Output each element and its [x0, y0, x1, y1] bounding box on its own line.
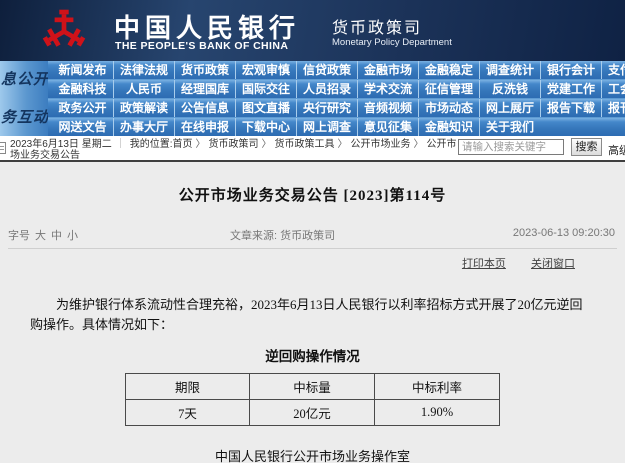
- nav-menu-item[interactable]: 党建工作: [540, 80, 601, 98]
- nav-menu-item[interactable]: 国际交往: [235, 80, 296, 98]
- nav-menu-item[interactable]: 市场动态: [418, 99, 479, 117]
- nav-row-3: 政务公开政策解读公告信息图文直播央行研究音频视频市场动态网上展厅报告下载报刊年鉴: [0, 99, 625, 118]
- nav-menu-item[interactable]: 网上展厅: [479, 99, 540, 117]
- table-row: 7天20亿元1.90%: [126, 400, 500, 426]
- nav-menu-item[interactable]: 支付体系: [601, 61, 625, 79]
- main-nav: 新闻发布法律法规货币政策宏观审慎信贷政策金融市场金融稳定调查统计银行会计支付体系…: [0, 61, 625, 136]
- breadcrumb: 2023年6月13日 星期二｜我的位置:首页〉货币政策司〉货币政策工具〉公开市场…: [10, 139, 462, 161]
- breadcrumb-separator-icon: 〉: [193, 139, 209, 150]
- nav-menu-item[interactable]: 学术交流: [357, 80, 418, 98]
- nav-menu-item[interactable]: 在线申报: [174, 118, 235, 136]
- nav-menu-item[interactable]: 货币政策: [174, 61, 235, 79]
- breadcrumb-location-label: 我的位置:: [130, 139, 173, 150]
- table-cell: 1.90%: [375, 400, 500, 426]
- page-action-links: 打印本页 关闭窗口: [0, 255, 625, 271]
- nav-menu-item[interactable]: 网上调查: [296, 118, 357, 136]
- nav-menu-item[interactable]: 央行研究: [296, 99, 357, 117]
- breadcrumb-item[interactable]: 货币政策司: [209, 139, 259, 150]
- article-source: 文章来源: 货币政策司: [230, 227, 335, 243]
- nav-menu-item[interactable]: 金融稳定: [418, 61, 479, 79]
- nav-menu-item[interactable]: 经理国库: [174, 80, 235, 98]
- nav-menu-item[interactable]: 图文直播: [235, 99, 296, 117]
- breadcrumb-separator-icon: 〉: [411, 139, 427, 150]
- search-button[interactable]: 搜索: [571, 138, 602, 156]
- breadcrumb-item[interactable]: 货币政策工具: [275, 139, 335, 150]
- repo-table: 期限中标量中标利率 7天20亿元1.90%: [125, 373, 500, 426]
- pboc-emblem-icon: [38, 5, 90, 55]
- article-meta: 字号大中小 文章来源: 货币政策司 2023-06-13 09:20:30: [0, 227, 625, 242]
- article-body: 为维护银行体系流动性合理充裕，2023年6月13日人民银行以利率招标方式开展了2…: [30, 295, 595, 335]
- nav-menu-item[interactable]: 政策解读: [113, 99, 174, 117]
- nav-row-4: 网送文告办事大厅在线申报下载中心网上调查意见征集金融知识关于我们: [0, 118, 625, 136]
- dept-name-en: Monetary Policy Department: [332, 37, 452, 48]
- nav-menu-item[interactable]: 政务公开: [52, 99, 113, 117]
- nav-menu-item[interactable]: 人民币: [113, 80, 174, 98]
- nav-menu-item[interactable]: 银行会计: [540, 61, 601, 79]
- nav-menu-item[interactable]: 报告下载: [540, 99, 601, 117]
- print-link[interactable]: 打印本页: [462, 258, 506, 270]
- meta-divider: [8, 248, 617, 249]
- table-header-cell: 中标利率: [375, 374, 500, 400]
- nav-menu-item[interactable]: 下载中心: [235, 118, 296, 136]
- breadcrumb-item[interactable]: 首页: [173, 139, 193, 150]
- nav-menu-item[interactable]: 法律法规: [113, 61, 174, 79]
- nav-menu-item[interactable]: 网送文告: [52, 118, 113, 136]
- nav-menu-item[interactable]: 金融市场: [357, 61, 418, 79]
- site-header: 中国人民银行 THE PEOPLE'S BANK OF CHINA 货币政策司 …: [0, 0, 625, 61]
- nav-menu-item[interactable]: 报刊年鉴: [601, 99, 625, 117]
- repo-table-body: 期限中标量中标利率 7天20亿元1.90%: [126, 374, 500, 426]
- font-size-label: 字号: [8, 230, 30, 242]
- font-size-options: 大中小: [30, 230, 78, 242]
- nav-row-2: 金融科技人民币经理国库国际交往人员招录学术交流征信管理反洗钱党建工作工会工作: [0, 80, 625, 99]
- nav-menu-item[interactable]: 金融科技: [52, 80, 113, 98]
- nav-menu-item[interactable]: 反洗钱: [479, 80, 540, 98]
- nav-menu-item[interactable]: 金融知识: [418, 118, 479, 136]
- nav-menu-item[interactable]: 新闻发布: [52, 61, 113, 79]
- nav-menu-item[interactable]: 工会工作: [601, 80, 625, 98]
- breadcrumb-separator-icon: 〉: [259, 139, 275, 150]
- article-content: 公开市场业务交易公告 [2023]第114号 字号大中小 文章来源: 货币政策司…: [0, 162, 625, 463]
- repo-table-head-row: 期限中标量中标利率: [126, 374, 500, 400]
- table-header-cell: 中标量: [250, 374, 375, 400]
- nav-menu-item[interactable]: 调查统计: [479, 61, 540, 79]
- nav-side-label-info[interactable]: 息公开: [0, 61, 48, 99]
- breadcrumb-date: 2023年6月13日 星期二: [10, 139, 112, 150]
- page-title: 公开市场业务交易公告 [2023]第114号: [0, 184, 625, 205]
- nav-menu-item[interactable]: 办事大厅: [113, 118, 174, 136]
- table-cell: 20亿元: [250, 400, 375, 426]
- breadcrumb-divider: ｜: [112, 139, 130, 150]
- pboc-page: 中国人民银行 THE PEOPLE'S BANK OF CHINA 货币政策司 …: [0, 0, 625, 463]
- breadcrumb-item[interactable]: 公开市场业务: [351, 139, 411, 150]
- nav-side-label-service[interactable]: 务互动: [0, 99, 48, 137]
- signature: 中国人民银行公开市场业务操作室: [0, 446, 625, 463]
- table-title: 逆回购操作情况: [0, 345, 625, 365]
- table-header-cell: 期限: [126, 374, 250, 400]
- nav-menu-item[interactable]: 意见征集: [357, 118, 418, 136]
- breadcrumb-bar: 2023年6月13日 星期二｜我的位置:首页〉货币政策司〉货币政策工具〉公开市场…: [0, 136, 625, 162]
- nav-menu-item[interactable]: 信贷政策: [296, 61, 357, 79]
- nav-menu-item[interactable]: 关于我们: [479, 118, 540, 136]
- font-size-option[interactable]: 小: [67, 230, 78, 242]
- article-datetime: 2023-06-13 09:20:30: [513, 227, 615, 239]
- bank-name-en: THE PEOPLE'S BANK OF CHINA: [115, 40, 288, 52]
- nav-menu-item[interactable]: 公告信息: [174, 99, 235, 117]
- breadcrumb-separator-icon: 〉: [335, 139, 351, 150]
- nav-menu-item[interactable]: 宏观审慎: [235, 61, 296, 79]
- close-window-link[interactable]: 关闭窗口: [531, 258, 575, 270]
- font-size-controls: 字号大中小: [8, 227, 78, 243]
- nav-menu-item[interactable]: 人员招录: [296, 80, 357, 98]
- dept-name-cn: 货币政策司: [332, 14, 422, 38]
- nav-menu-item[interactable]: 音频视频: [357, 99, 418, 117]
- date-icon: [0, 142, 6, 154]
- font-size-option[interactable]: 中: [51, 230, 62, 242]
- search-input[interactable]: [458, 139, 564, 155]
- font-size-option[interactable]: 大: [35, 230, 46, 242]
- advanced-search-link[interactable]: 高级搜索: [608, 142, 625, 158]
- nav-menu-item[interactable]: 征信管理: [418, 80, 479, 98]
- nav-row-1: 新闻发布法律法规货币政策宏观审慎信贷政策金融市场金融稳定调查统计银行会计支付体系: [0, 61, 625, 80]
- table-cell: 7天: [126, 400, 250, 426]
